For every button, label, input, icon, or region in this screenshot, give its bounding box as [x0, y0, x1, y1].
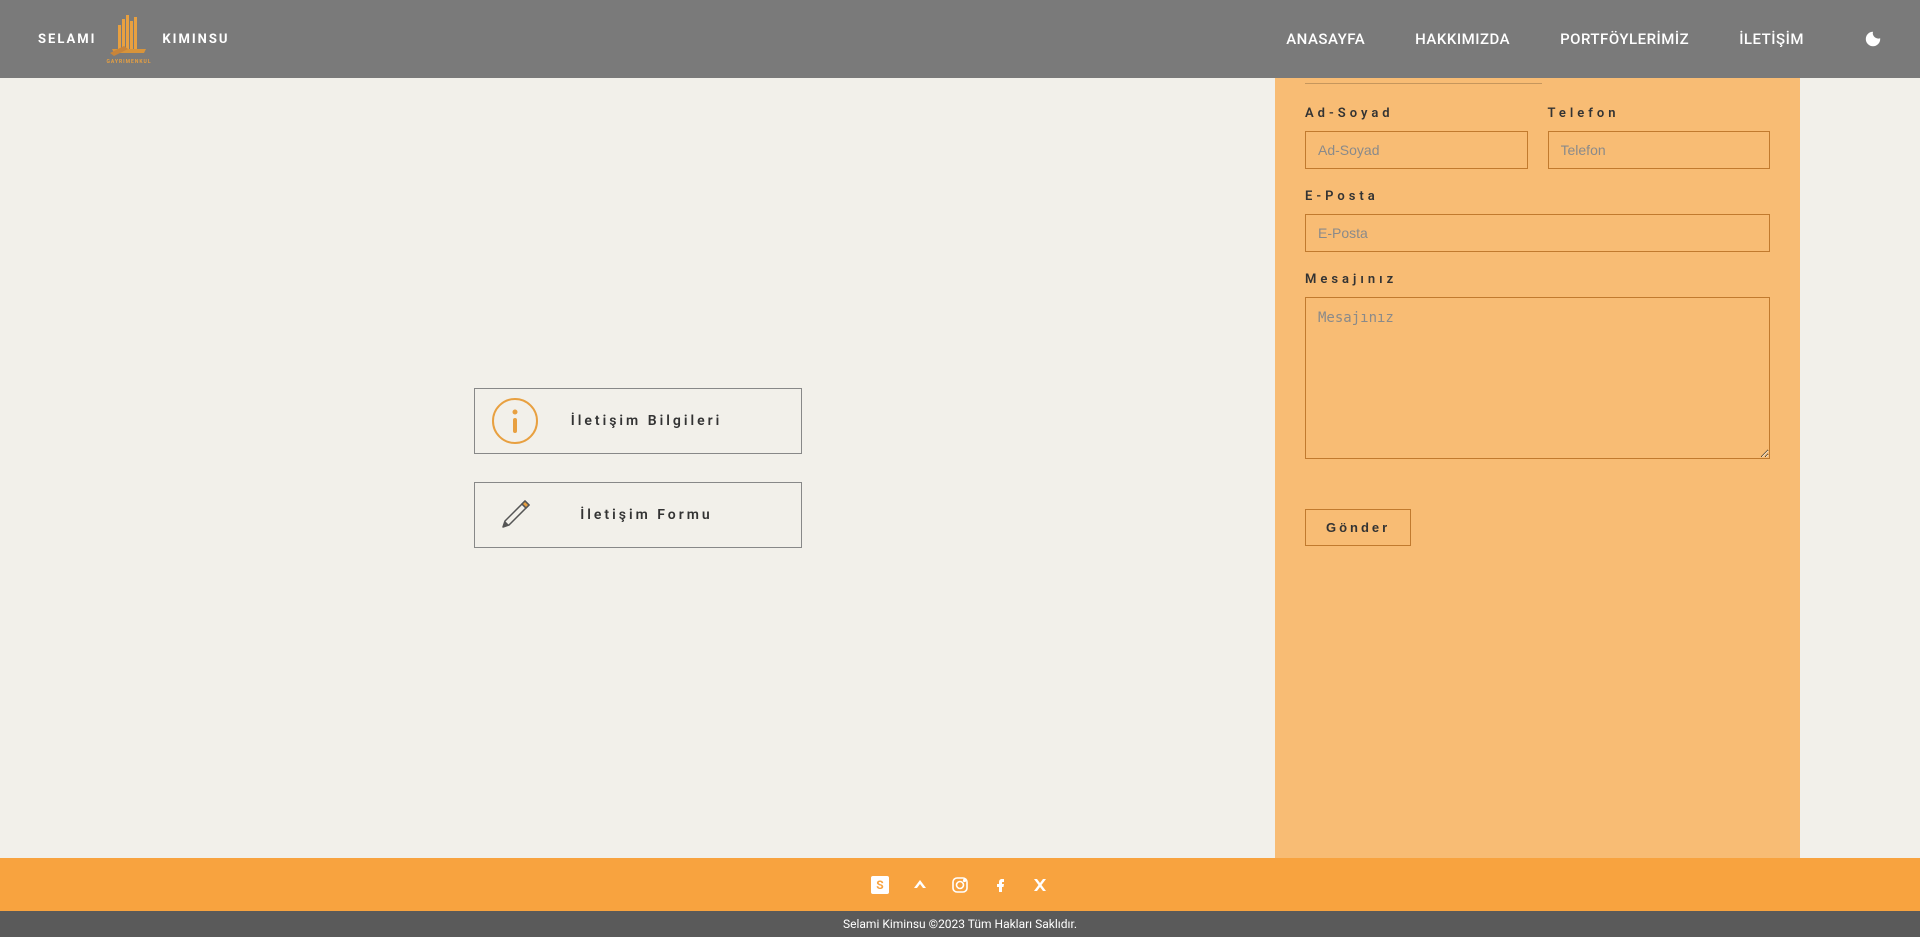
brand-text-left: SELAMI [38, 32, 96, 47]
contact-form-label: İletişim Formu [539, 507, 785, 523]
svg-text:S: S [876, 878, 883, 892]
pencil-icon [491, 491, 539, 539]
message-label: Mesajınız [1305, 272, 1770, 287]
contact-form-panel: İletişim Formu Ad-Soyad Telefon E-Posta … [1275, 20, 1800, 858]
main-nav: ANASAYFA HAKKIMIZDA PORTFÖYLERİMİZ İLETİ… [1286, 30, 1882, 48]
contact-info-card[interactable]: İletişim Bilgileri [474, 388, 802, 454]
main-content: İletişim Bilgileri İletişim Formu İletiş… [0, 78, 1920, 858]
email-input[interactable] [1305, 214, 1770, 252]
contact-info-label: İletişim Bilgileri [539, 413, 785, 429]
brand-text-right: KIMINSU [162, 32, 229, 47]
name-input[interactable] [1305, 131, 1528, 169]
submit-button[interactable]: Gönder [1305, 509, 1411, 546]
building-logo-icon: GAYRIMENKUL [104, 11, 154, 67]
svg-text:GAYRIMENKUL: GAYRIMENKUL [107, 59, 152, 65]
name-label: Ad-Soyad [1305, 106, 1528, 121]
site-header: SELAMI GAYRIMENKUL KIMINSU ANASAYFA HAKK… [0, 0, 1920, 78]
nav-iletisim[interactable]: İLETİŞİM [1739, 30, 1804, 48]
x-icon[interactable] [1031, 876, 1049, 894]
instagram-icon[interactable] [951, 876, 969, 894]
sahibinden-icon[interactable]: S [871, 876, 889, 894]
phone-label: Telefon [1548, 106, 1771, 121]
contact-form-card[interactable]: İletişim Formu [474, 482, 802, 548]
message-textarea[interactable] [1305, 297, 1770, 459]
nav-portfoylerimiz[interactable]: PORTFÖYLERİMİZ [1560, 30, 1689, 48]
site-footer: S [0, 858, 1920, 911]
phone-input[interactable] [1548, 131, 1771, 169]
copyright-bar: Selami Kiminsu ©2023 Tüm Hakları Saklıdı… [0, 911, 1920, 937]
left-option-panel: İletişim Bilgileri İletişim Formu [60, 78, 1275, 858]
nav-anasayfa[interactable]: ANASAYFA [1286, 30, 1365, 48]
info-icon [491, 397, 539, 445]
copyright-text: Selami Kiminsu ©2023 Tüm Hakları Saklıdı… [843, 917, 1077, 931]
email-label: E-Posta [1305, 189, 1770, 204]
dark-mode-toggle-icon[interactable] [1864, 30, 1882, 48]
nav-hakkimizda[interactable]: HAKKIMIZDA [1415, 30, 1510, 48]
facebook-icon[interactable] [991, 876, 1009, 894]
up-arrow-icon[interactable] [911, 876, 929, 894]
brand-logo[interactable]: SELAMI GAYRIMENKUL KIMINSU [38, 11, 229, 67]
